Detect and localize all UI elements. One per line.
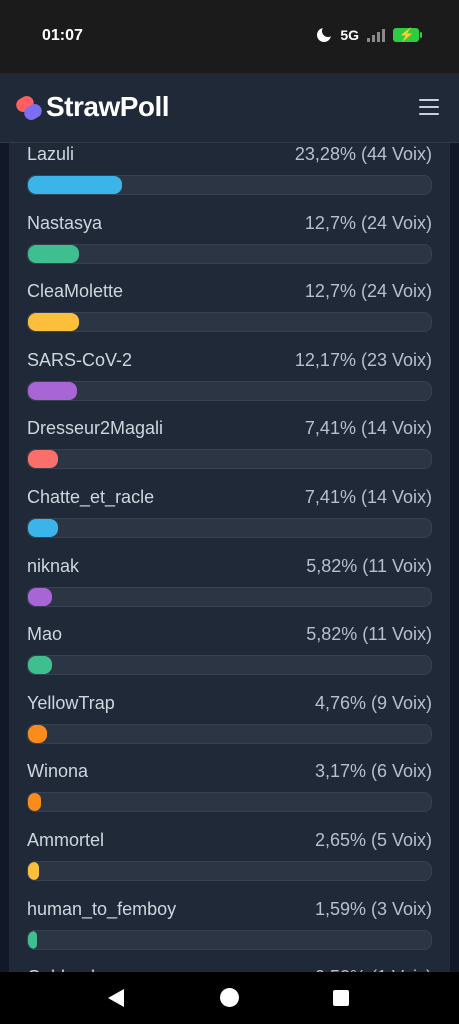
result-label-row: Mao 5,82% (11 Voix) [27,623,432,645]
progress-fill [28,519,58,537]
logo-text: StrawPoll [46,91,170,122]
network-type: 5G [340,27,359,43]
result-item: SARS-CoV-2 12,17% (23 Voix) [27,349,432,401]
battery-icon: ⚡ [393,27,422,42]
option-stats: 3,17% (6 Voix) [314,761,432,782]
progress-track [27,175,432,195]
progress-track [27,792,432,813]
option-stats: 12,17% (23 Voix) [294,349,432,370]
hamburger-menu-icon[interactable] [419,99,439,117]
option-stats: 2,65% (5 Voix) [314,830,432,850]
option-name: Mao [27,624,63,645]
option-name: Nastasya [27,212,103,233]
option-name: human_to_femboy [27,898,177,919]
result-item: Dresseur2Magali 7,41% (14 Voix) [27,417,432,470]
result-item: Chatte_et_racle 7,41% (14 Voix) [27,486,432,538]
result-item: Ammortel 2,65% (5 Voix) [27,829,432,881]
option-stats: 7,41% (14 Voix) [304,487,432,507]
result-label-row: Chatte_et_racle 7,41% (14 Voix) [27,486,432,508]
option-name: Winona [27,761,89,782]
result-label-row: CleaMolette 12,7% (24 Voix) [27,280,432,302]
progress-track [27,723,432,744]
signal-icon [367,28,385,42]
back-icon[interactable] [108,989,124,1007]
option-stats: 23,28% (44 Voix) [294,144,432,164]
progress-track [27,380,432,401]
result-item: Mao 5,82% (11 Voix) [27,623,432,676]
progress-fill [28,724,48,743]
option-stats: 5,82% (11 Voix) [306,555,432,576]
result-item: CleaMolette 12,7% (24 Voix) [27,280,432,333]
option-stats: 1,59% (3 Voix) [314,898,432,919]
progress-track [27,929,432,950]
option-name: Ammortel [27,830,105,850]
progress-fill [28,450,58,469]
progress-track [27,243,432,264]
logo-icon [13,93,45,123]
result-label-row: niknak 5,82% (11 Voix) [27,555,432,577]
result-label-row: Lazuli 23,28% (44 Voix) [27,143,432,165]
option-stats: 4,76% (9 Voix) [314,692,432,713]
result-label-row: Winona 3,17% (6 Voix) [27,760,432,782]
progress-fill [28,176,123,194]
progress-track [27,655,432,676]
option-stats: 5,82% (11 Voix) [306,624,432,645]
result-label-row: SARS-CoV-2 12,17% (23 Voix) [27,349,432,371]
option-stats: 7,41% (14 Voix) [304,418,432,439]
result-label-row: Dresseur2Magali 7,41% (14 Voix) [27,417,432,439]
option-name: niknak [27,555,80,576]
result-label-row: Ammortel 2,65% (5 Voix) [27,829,432,851]
progress-track [27,449,432,470]
option-stats: 12,7% (24 Voix) [304,212,432,233]
progress-fill [28,381,78,400]
progress-fill [28,313,80,332]
home-icon[interactable] [220,988,239,1007]
status-time: 01:07 [42,27,83,44]
progress-fill [28,587,52,606]
recent-apps-icon[interactable] [333,990,349,1006]
status-bar: 01:07 5G ⚡ [0,0,459,73]
system-nav-bar [0,972,459,1024]
option-name: Lazuli [27,144,75,164]
progress-fill [28,656,52,675]
option-name: Dresseur2Magali [27,418,164,439]
result-label-row: human_to_femboy 1,59% (3 Voix) [27,898,432,920]
result-label-row: Nastasya 12,7% (24 Voix) [27,212,432,234]
option-name: YellowTrap [27,692,115,713]
progress-fill [28,793,41,812]
result-item: YellowTrap 4,76% (9 Voix) [27,692,432,744]
progress-track [27,861,432,881]
option-name: SARS-CoV-2 [27,349,133,370]
result-item: niknak 5,82% (11 Voix) [27,555,432,607]
do-not-disturb-icon [317,24,335,43]
result-item: Nastasya 12,7% (24 Voix) [27,212,432,264]
progress-fill [28,862,39,880]
poll-results-area[interactable]: Lazuli 23,28% (44 Voix) Nastasya 12,7% (24 … [0,143,459,972]
result-item: Winona 3,17% (6 Voix) [27,760,432,813]
option-name: Chatte_et_racle [27,487,155,507]
progress-track [27,312,432,333]
result-item: human_to_femboy 1,59% (3 Voix) [27,898,432,950]
progress-track [27,586,432,607]
progress-track [27,518,432,538]
option-name: CleaMolette [27,281,124,302]
strawpoll-logo[interactable]: StrawPoll [13,91,170,123]
app-header: StrawPoll [0,73,459,143]
option-stats: 12,7% (24 Voix) [304,281,432,302]
progress-fill [28,244,80,263]
result-label-row: YellowTrap 4,76% (9 Voix) [27,692,432,714]
progress-fill [28,930,37,949]
status-icons: 5G ⚡ [317,24,422,43]
result-item: Lazuli 23,28% (44 Voix) [27,143,432,195]
results-card: Lazuli 23,28% (44 Voix) Nastasya 12,7% (24 … [9,143,450,972]
